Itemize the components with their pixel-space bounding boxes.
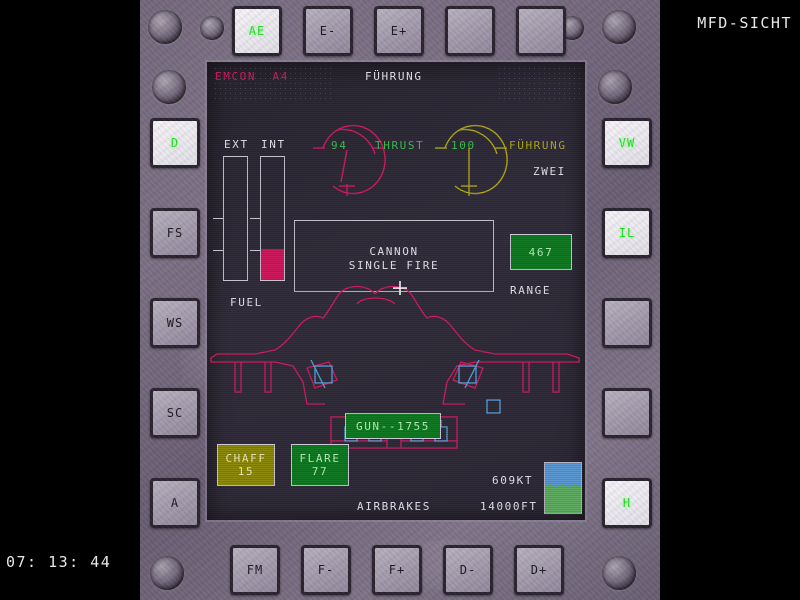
bezel-button-label: D <box>171 136 179 150</box>
thrust-left-value: 94 <box>331 139 347 152</box>
bezel-button-fs[interactable]: FS <box>150 208 200 258</box>
fuel-int-fill <box>261 249 284 280</box>
mfd-mode-title: FÜHRUNG <box>365 70 423 83</box>
bezel-bolt-icon <box>152 70 186 104</box>
bezel-button-il[interactable]: IL <box>602 208 652 258</box>
airspeed-readout: 609KT <box>492 474 533 487</box>
bezel-button-label: WS <box>167 316 183 330</box>
fuel-int-gauge <box>260 156 285 281</box>
fuel-tick <box>250 218 261 219</box>
horizon-sky <box>545 463 581 487</box>
bezel-button-label: AE <box>249 24 265 38</box>
screen-noise <box>497 66 583 100</box>
bezel-button-right-4[interactable] <box>602 388 652 438</box>
bezel-bolt-icon <box>200 16 224 40</box>
bezel-button-ws[interactable]: WS <box>150 298 200 348</box>
bezel-button-h[interactable]: H <box>602 478 652 528</box>
gun-readout-box[interactable]: GUN--1755 <box>345 413 441 439</box>
airbrakes-status: AIRBRAKES <box>357 500 431 513</box>
bezel-button-e-minus[interactable]: E- <box>303 6 353 56</box>
bezel-button-label: H <box>623 496 631 510</box>
chaff-label: CHAFF <box>225 452 266 465</box>
flare-count: 77 <box>312 465 328 478</box>
bezel-button-d[interactable]: D <box>150 118 200 168</box>
datalink-title: FÜHRUNG <box>509 139 567 152</box>
mfd-view-title: MFD-SICHT <box>697 14 792 32</box>
bezel-button-e-plus[interactable]: E+ <box>374 6 424 56</box>
bezel-button-top-4[interactable] <box>445 6 495 56</box>
fuel-tick <box>250 250 261 251</box>
bezel-button-label: D+ <box>531 563 547 577</box>
bezel-button-a[interactable]: A <box>150 478 200 528</box>
bezel-bolt-icon <box>602 556 636 590</box>
weapon-mode-line1: CANNON <box>295 245 493 258</box>
bezel-button-label: VW <box>619 136 635 150</box>
chaff-dispenser-box[interactable]: CHAFF 15 <box>217 444 275 486</box>
bezel-bolt-icon <box>602 10 636 44</box>
bezel-button-ae[interactable]: AE <box>232 6 282 56</box>
bezel-button-label: SC <box>167 406 183 420</box>
datalink-wingman: ZWEI <box>533 165 566 178</box>
bezel-button-sc[interactable]: SC <box>150 388 200 438</box>
bezel-button-label: FM <box>247 563 263 577</box>
weapon-status-box[interactable]: CANNON SINGLE FIRE <box>294 220 494 292</box>
bezel-button-f-minus[interactable]: F- <box>301 545 351 595</box>
bezel-button-d-minus[interactable]: D- <box>443 545 493 595</box>
fuel-caption: FUEL <box>230 296 263 309</box>
bezel-button-label: E+ <box>391 24 407 38</box>
flare-dispenser-box[interactable]: FLARE 77 <box>291 444 349 486</box>
fuel-tick <box>213 250 224 251</box>
fuel-int-label: INT <box>261 138 286 151</box>
bezel-bolt-icon <box>150 556 184 590</box>
fuel-tick <box>213 218 224 219</box>
mfd-screenshot: MFD-SICHT 07: 13: 44 AE E- E+ D FS <box>0 0 800 600</box>
mfd-display[interactable]: EMCON A4 FÜHRUNG EXT INT FUEL <box>207 62 585 520</box>
bezel-button-label: A <box>171 496 179 510</box>
emcon-status: EMCON A4 <box>215 70 289 83</box>
thrust-right-value: 100 <box>451 139 476 152</box>
fuel-ext-label: EXT <box>224 138 249 151</box>
bezel-button-right-3[interactable] <box>602 298 652 348</box>
bezel-button-label: E- <box>320 24 336 38</box>
fuel-ext-gauge <box>223 156 248 281</box>
bezel-button-label: F+ <box>389 563 405 577</box>
bezel-button-f-plus[interactable]: F+ <box>372 545 422 595</box>
bezel-button-d-plus[interactable]: D+ <box>514 545 564 595</box>
horizon-ground <box>545 487 581 513</box>
thrust-gauge-right <box>433 120 513 200</box>
mission-clock: 07: 13: 44 <box>6 553 111 571</box>
bezel-bolt-icon <box>598 70 632 104</box>
bezel-button-label: IL <box>619 226 635 240</box>
flare-label: FLARE <box>299 452 340 465</box>
thrust-gauge-left <box>311 120 391 200</box>
bezel-button-vw[interactable]: VW <box>602 118 652 168</box>
altitude-readout: 14000FT <box>480 500 538 513</box>
bezel-button-label: F- <box>318 563 334 577</box>
chaff-count: 15 <box>238 465 254 478</box>
weapon-mode-line2: SINGLE FIRE <box>295 259 493 272</box>
bezel-button-top-5[interactable] <box>516 6 566 56</box>
thrust-label: THRUST <box>375 139 424 152</box>
bezel-button-fm[interactable]: FM <box>230 545 280 595</box>
range-value: 467 <box>529 246 554 259</box>
bezel-button-label: FS <box>167 226 183 240</box>
bezel-bolt-icon <box>148 10 182 44</box>
range-label: RANGE <box>510 284 551 297</box>
horizon-indicator <box>544 462 582 514</box>
gun-ammo-value: GUN--1755 <box>356 420 430 433</box>
range-readout-box[interactable]: 467 <box>510 234 572 270</box>
bezel-button-label: D- <box>460 563 476 577</box>
